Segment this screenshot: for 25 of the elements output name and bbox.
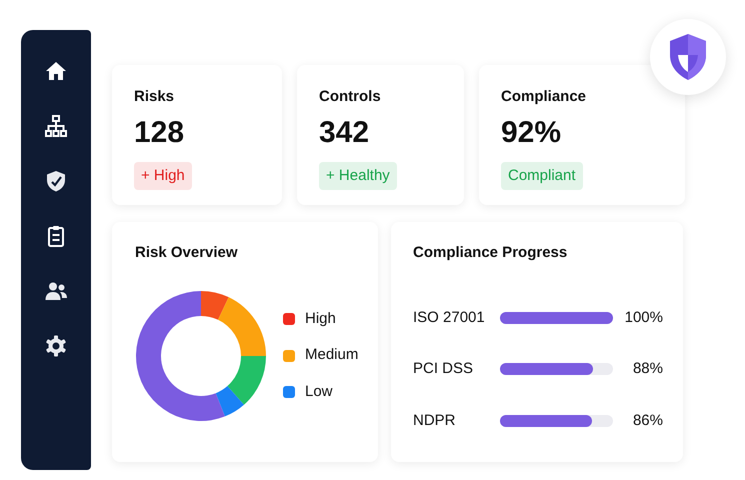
- stat-title: Compliance: [501, 87, 586, 107]
- legend-label: Medium: [305, 345, 358, 366]
- stat-value: 342: [319, 118, 370, 148]
- status-badge: Compliant: [501, 162, 583, 190]
- settings-icon[interactable]: [44, 334, 68, 358]
- status-badge: + High: [134, 162, 192, 190]
- standard-name: PCI DSS: [413, 359, 474, 379]
- legend-label: Low: [305, 382, 333, 402]
- legend-label: High: [305, 308, 336, 329]
- progress-percent: 86%: [632, 410, 663, 430]
- card-title: Compliance Progress: [413, 243, 568, 263]
- stat-title: Controls: [319, 87, 381, 107]
- shield-check-icon[interactable]: [44, 169, 68, 193]
- stat-title: Risks: [134, 87, 174, 107]
- standard-name: NDPR: [413, 410, 457, 430]
- progress-percent: 88%: [632, 359, 663, 379]
- home-icon[interactable]: [44, 59, 68, 83]
- standard-name: ISO 27001: [413, 308, 486, 328]
- stat-value: 92%: [501, 118, 562, 148]
- hierarchy-icon[interactable]: [44, 114, 68, 138]
- progress-percent: 100%: [624, 308, 663, 328]
- stat-value: 128: [134, 118, 184, 148]
- shield-icon: [668, 33, 708, 81]
- card-title: Risk Overview: [135, 243, 239, 263]
- status-badge: + Healthy: [319, 162, 397, 190]
